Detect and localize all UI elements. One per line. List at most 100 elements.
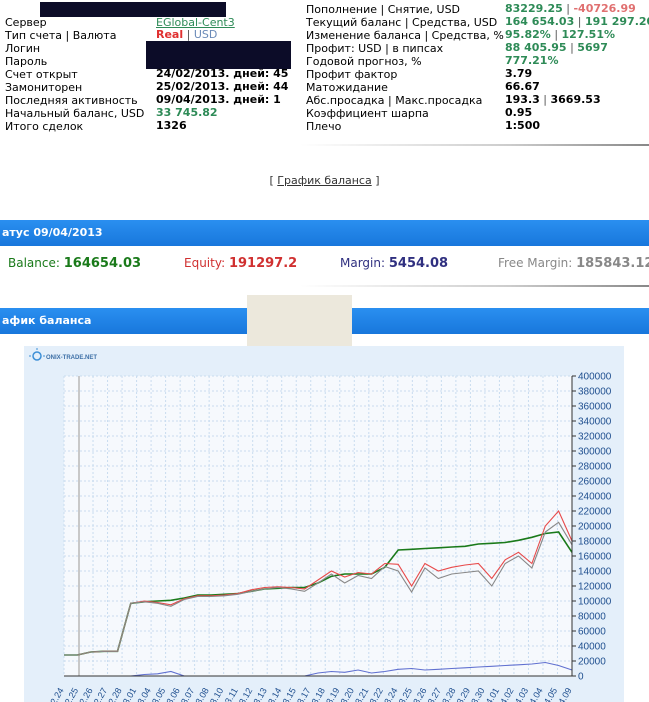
balance-chart-link[interactable]: График баланса (277, 174, 371, 187)
right-info-value: 1:500 (505, 119, 540, 132)
initial-balance-value: 33 745.82 (156, 106, 218, 119)
y-tick-label: 360000 (578, 402, 612, 413)
y-tick-label: 20000 (578, 657, 606, 668)
account-type-value: Real | USD (156, 28, 217, 41)
balance-value: 164654.03 (63, 256, 142, 271)
right-info-value: 193.3 | 3669.53 (505, 93, 601, 106)
right-info-value: 164 654.03 | 191 297.20 (505, 15, 649, 28)
account-currency: USD (193, 28, 218, 41)
start-marker (78, 376, 80, 676)
right-info-value-1: 164 654.03 (505, 15, 575, 28)
right-info-sep: | (566, 41, 578, 54)
right-info-label: Изменение баланса | Средства, % (306, 29, 504, 42)
right-info-label: Пополнение | Снятие, USD (306, 3, 461, 16)
balance-stat: Balance: 164654.03 (8, 256, 141, 271)
margin-label: Margin: (340, 256, 386, 270)
right-info-value: 0.95 (505, 106, 532, 119)
link-bracket-close: ] (371, 174, 380, 187)
right-info-sep: | (539, 93, 551, 106)
y-tick-label: 60000 (578, 627, 606, 638)
right-info-label: Профит фактор (306, 68, 398, 81)
equity-value: 191297.2 (228, 256, 298, 271)
free-margin-stat: Free Margin: 185843.12 (498, 256, 649, 271)
right-info-sep: | (574, 15, 585, 28)
y-tick-label: 280000 (578, 462, 612, 473)
last-activity-value: 09/04/2013. дней: 1 (156, 93, 281, 106)
right-info-label: Годовой прогноз, % (306, 55, 422, 68)
initial-balance-label: Начальный баланс, USD (5, 107, 145, 120)
right-info-value-2: -40726.99 (573, 2, 636, 15)
right-info-value-1: 95.82% (505, 28, 551, 41)
right-info-value-1: 777.21% (505, 54, 559, 67)
balance-label: Balance: (8, 256, 60, 270)
right-info-value-1: 88 405.95 (505, 41, 567, 54)
y-tick-label: 40000 (578, 642, 606, 653)
right-info-label: Коэффициент шарпа (306, 107, 429, 120)
right-info-label: Плечо (306, 120, 342, 133)
opened-label: Счет открыт (5, 68, 78, 81)
right-info-value: 88 405.95 | 5697 (505, 41, 608, 54)
right-info-label: Абс.просадка | Макс.просадка (306, 94, 483, 107)
y-tick-label: 300000 (578, 447, 612, 458)
y-tick-label: 340000 (578, 417, 612, 428)
y-tick-label: 260000 (578, 477, 612, 488)
right-info-sep: | (550, 28, 562, 41)
account-type-label: Тип счета | Валюта (5, 29, 117, 42)
balance-chart-link-wrap: [ График баланса ] (0, 174, 649, 187)
right-info-value-1: 66.67 (505, 80, 540, 93)
margin-stat: Margin: 5454.08 (340, 256, 448, 271)
right-info-label: Профит: USD | в пипсах (306, 42, 444, 55)
right-info-value-1: 0.95 (505, 106, 533, 119)
right-info-value: 83229.25 | -40726.99 (505, 2, 636, 15)
y-tick-label: 120000 (578, 582, 612, 593)
right-info-value-1: 1:500 (505, 119, 541, 132)
logo-text: ONIX-TRADE.NET (46, 355, 97, 361)
free-margin-value: 185843.12 (576, 256, 649, 271)
login-label: Логин (5, 42, 41, 55)
total-trades-label: Итого сделок (5, 120, 84, 133)
right-info-value: 777.21% (505, 54, 558, 67)
right-info-value-1: 3.79 (505, 67, 533, 80)
y-tick-label: 220000 (578, 507, 612, 518)
y-tick-label: 400000 (578, 372, 612, 383)
right-info-value: 66.67 (505, 80, 540, 93)
account-info-right: Пополнение | Снятие, USD 83229.25 | -4072… (300, 0, 649, 135)
total-trades-value: 1326 (156, 119, 187, 132)
margin-value: 5454.08 (388, 256, 449, 271)
right-info-value-1: 83229.25 (505, 2, 563, 15)
last-activity-label: Последняя активность (5, 94, 138, 107)
account-info-left: Сервер EGlobal-Cent3 Тип счета | Валюта … (0, 0, 300, 135)
chart-bar-title: афик баланса (2, 314, 92, 327)
monitored-value: 25/02/2013. дней: 44 (156, 80, 289, 93)
y-tick-label: 0 (578, 672, 584, 683)
right-info-value: 95.82% | 127.51% (505, 28, 615, 41)
divider-top (300, 144, 649, 146)
y-tick-label: 380000 (578, 387, 612, 398)
y-tick-label: 320000 (578, 432, 612, 443)
y-tick-label: 100000 (578, 597, 612, 608)
equity-stat: Equity: 191297.2 (184, 256, 297, 271)
overlay-box (247, 295, 352, 351)
y-tick-label: 240000 (578, 492, 612, 503)
right-info-value-2: 3669.53 (550, 93, 601, 106)
right-info-value-2: 5697 (577, 41, 608, 54)
password-label: Пароль (5, 55, 48, 68)
right-info-value-2: 191 297.20 (584, 15, 649, 28)
right-info-value: 3.79 (505, 67, 532, 80)
right-info-label: Матожидание (306, 81, 388, 94)
divider-stats (300, 285, 649, 287)
status-title: атус 09/04/2013 (2, 226, 103, 239)
right-info-label: Текущий баланс | Средства, USD (306, 16, 498, 29)
server-label: Сервер (5, 16, 47, 29)
y-tick-label: 140000 (578, 567, 612, 578)
account-type-sep: | (183, 28, 194, 41)
free-margin-label: Free Margin: (498, 256, 573, 270)
y-tick-label: 180000 (578, 537, 612, 548)
opened-value: 24/02/2013. дней: 45 (156, 67, 289, 80)
right-info-value-1: 193.3 (505, 93, 540, 106)
account-type-real: Real (156, 28, 184, 41)
monitored-label: Замониторен (5, 81, 83, 94)
equity-label: Equity: (184, 256, 226, 270)
right-info-sep: | (562, 2, 574, 15)
y-tick-label: 160000 (578, 552, 612, 563)
